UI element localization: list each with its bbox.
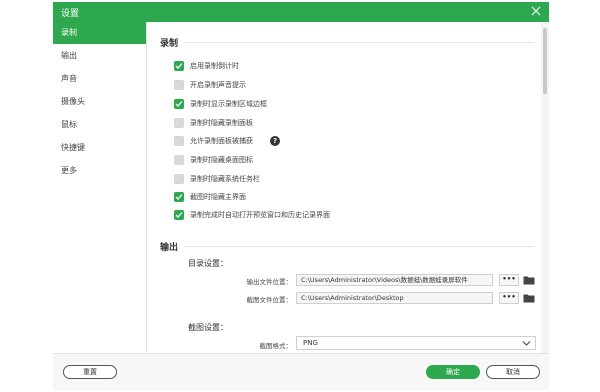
screenshot-location-label: 截图文件位置： (246, 296, 293, 304)
option-label: 开启录制声音提示 (190, 81, 246, 89)
checkbox-checked[interactable] (174, 192, 184, 202)
help-icon[interactable]: ? (270, 136, 280, 146)
option-label: 录制时显示录制区域边框 (190, 100, 267, 108)
settings-content: 录制 启用录制倒计时 开启录制声音提示 录制时显示录制区域边框 录制时隐藏录制面… (148, 22, 540, 353)
output-section-title: 输出 (160, 243, 179, 253)
screenshot-format-label: 截图格式： (259, 342, 293, 350)
sidebar-item-output[interactable]: 输出 (53, 45, 146, 67)
sidebar-item-camera[interactable]: 摄像头 (53, 91, 146, 113)
cancel-button[interactable]: 取消 (486, 365, 540, 379)
dialog-footer: 重置 确定 取消 (53, 353, 549, 390)
directory-settings-title: 目录设置： (188, 259, 228, 268)
window-title: 设置 (61, 9, 80, 19)
recording-section-title: 录制 (160, 39, 179, 49)
option-label: 截图时隐藏主界面 (190, 193, 246, 201)
checkbox-checked[interactable] (174, 61, 184, 71)
browse-output-button[interactable]: ••• (499, 274, 519, 286)
section-divider (184, 42, 534, 43)
sidebar-item-sound[interactable]: 声音 (53, 68, 146, 90)
checkbox-unchecked[interactable] (174, 174, 184, 184)
screenshot-format-select[interactable]: PNG (296, 336, 536, 350)
screenshot-format-value: PNG (303, 339, 318, 347)
title-bar: 设置 (53, 2, 549, 22)
folder-icon[interactable] (523, 293, 535, 303)
chevron-down-icon (522, 341, 531, 346)
sidebar-item-record[interactable]: 录制 (53, 22, 146, 44)
sidebar-item-mouse[interactable]: 鼠标 (53, 114, 146, 136)
sidebar-item-shortcuts[interactable]: 快捷键 (53, 137, 146, 159)
scrollbar-thumb[interactable] (543, 28, 547, 94)
output-location-field[interactable]: C:\Users\Administrator\Videos\数据蛙\数据蛙录屏软… (296, 274, 493, 286)
ok-button[interactable]: 确定 (426, 365, 480, 379)
checkbox-checked[interactable] (174, 210, 184, 220)
option-label: 录制完成时自动打开预览窗口和历史记录界面 (190, 211, 330, 219)
checkbox-unchecked[interactable] (174, 136, 184, 146)
reset-button[interactable]: 重置 (63, 365, 117, 379)
checkbox-unchecked[interactable] (174, 80, 184, 90)
option-label: 录制时隐藏系统任务栏 (190, 175, 260, 183)
folder-icon[interactable] (523, 275, 535, 285)
sidebar-item-more[interactable]: 更多 (53, 160, 146, 182)
checkbox-unchecked[interactable] (174, 118, 184, 128)
option-label: 录制时隐藏桌面图标 (190, 156, 253, 164)
option-label: 允许录制面板被捕获 (190, 137, 253, 145)
section-divider (184, 246, 534, 247)
close-icon[interactable] (529, 4, 543, 18)
checkbox-unchecked[interactable] (174, 155, 184, 165)
screenshot-location-field[interactable]: C:\Users\Administrator\Desktop (296, 292, 493, 304)
option-label: 启用录制倒计时 (190, 62, 239, 70)
browse-screenshot-button[interactable]: ••• (499, 292, 519, 304)
output-location-label: 输出文件位置： (246, 278, 293, 286)
settings-sidebar: 录制 输出 声音 摄像头 鼠标 快捷键 更多 (53, 22, 147, 353)
checkbox-checked[interactable] (174, 99, 184, 109)
screenshot-settings-title: 截图设置： (188, 323, 228, 332)
option-label: 录制时隐藏录制面板 (190, 119, 253, 127)
